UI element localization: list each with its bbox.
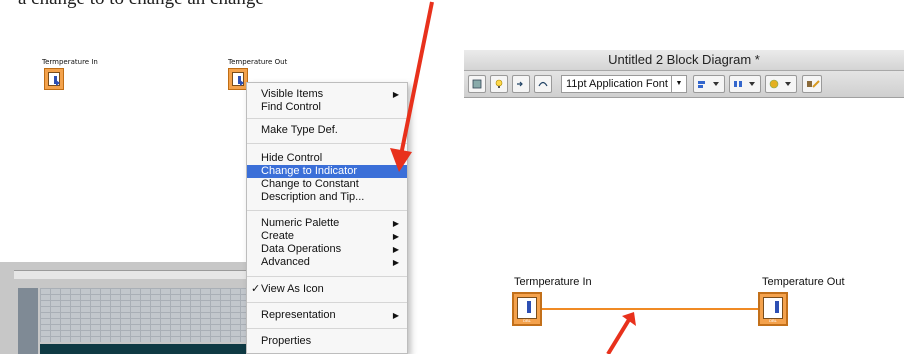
annotation-arrows [390,1,636,354]
annotation-arrow-icon [606,312,636,354]
annotation-arrow-icon [390,1,434,172]
